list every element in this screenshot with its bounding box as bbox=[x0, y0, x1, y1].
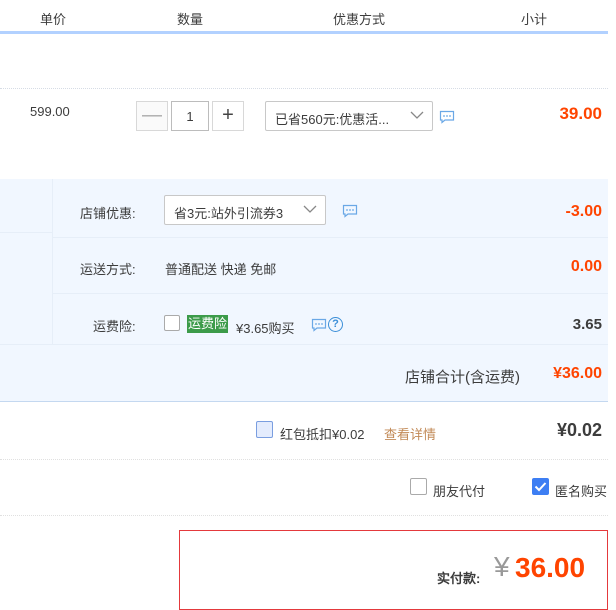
red-envelope-amount: ¥0.02 bbox=[556, 420, 602, 440]
message-icon[interactable] bbox=[439, 110, 455, 124]
header-unit-price: 单价 bbox=[40, 12, 67, 27]
friend-pay-checkbox[interactable] bbox=[410, 478, 427, 495]
anonymous-purchase-label: 匿名购买 bbox=[555, 484, 608, 499]
red-envelope-row: 红包抵扣¥0.02 查看详情 ¥0.02 bbox=[0, 402, 608, 460]
payment-options-row: 朋友代付 匿名购买 bbox=[0, 460, 608, 516]
header-discount: 优惠方式 bbox=[333, 12, 386, 27]
message-icon[interactable] bbox=[342, 204, 358, 218]
decrease-quantity-button[interactable]: — bbox=[136, 101, 168, 131]
shop-coupon-select-value: 省3元:站外引流券3 bbox=[174, 206, 284, 221]
divider bbox=[52, 179, 53, 345]
item-discount-select[interactable]: 已省560元:优惠活... bbox=[265, 101, 433, 131]
header-divider bbox=[257, 26, 259, 31]
divider bbox=[0, 344, 608, 345]
quantity-input[interactable] bbox=[171, 101, 209, 131]
item-discount-select-value: 已省560元:优惠活... bbox=[275, 112, 390, 127]
shipping-method-value: 普通配送 快递 免邮 bbox=[165, 262, 277, 277]
red-envelope-label: 红包抵扣¥0.02 bbox=[280, 427, 365, 442]
divider bbox=[52, 293, 608, 294]
unit-price: 599.00 bbox=[30, 104, 70, 119]
chevron-down-icon bbox=[410, 111, 424, 119]
shipping-amount: 0.00 bbox=[570, 258, 602, 275]
message-icon[interactable] bbox=[311, 318, 327, 332]
shop-coupon-amount: -3.00 bbox=[565, 203, 602, 220]
item-subtotal: 39.00 bbox=[559, 104, 602, 123]
payment-summary-box: 实付款: ¥ 36.00 bbox=[179, 530, 608, 610]
header-subtotal: 小计 bbox=[521, 12, 548, 27]
shipping-insurance-label: 运费险: bbox=[93, 319, 136, 334]
shipping-insurance-checkbox[interactable] bbox=[164, 315, 180, 331]
payment-currency: ¥ bbox=[494, 551, 510, 582]
help-icon[interactable]: ? bbox=[328, 317, 343, 332]
shop-coupon-label: 店铺优惠: bbox=[80, 206, 136, 221]
payment-label: 实付款: bbox=[437, 571, 481, 586]
header-quantity: 数量 bbox=[177, 12, 204, 27]
payment-amount: 36.00 bbox=[515, 552, 586, 583]
header-divider bbox=[460, 26, 462, 31]
shipping-insurance-amount: 3.65 bbox=[572, 316, 602, 333]
increase-quantity-button[interactable]: + bbox=[212, 101, 244, 131]
chevron-down-icon bbox=[303, 205, 317, 213]
friend-pay-label: 朋友代付 bbox=[433, 484, 486, 499]
header-divider bbox=[120, 26, 122, 31]
divider bbox=[0, 232, 52, 233]
checkmark-icon bbox=[534, 482, 547, 492]
red-envelope-details-link[interactable]: 查看详情 bbox=[384, 424, 436, 443]
shop-coupon-select[interactable]: 省3元:站外引流券3 bbox=[164, 195, 326, 225]
anonymous-purchase-checkbox[interactable] bbox=[532, 478, 549, 495]
red-envelope-checkbox[interactable] bbox=[256, 421, 273, 438]
cart-item-row: 599.00 — + 已省560元:优惠活... 39.00 bbox=[0, 88, 608, 180]
shipping-insurance-price: ¥3.65购买 bbox=[236, 321, 295, 336]
shipping-method-label: 运送方式: bbox=[80, 262, 136, 277]
shop-total-amount: ¥36.00 bbox=[553, 365, 602, 382]
divider bbox=[52, 237, 608, 238]
shipping-insurance-tag: 运费险 bbox=[187, 315, 229, 333]
table-header: 单价 数量 优惠方式 小计 bbox=[0, 0, 608, 34]
shop-summary: 店铺优惠: 省3元:站外引流券3 -3.00 运送方式: 普通配送 快递 免邮 … bbox=[0, 179, 608, 402]
shop-total-label: 店铺合计(含运费) bbox=[405, 369, 520, 386]
